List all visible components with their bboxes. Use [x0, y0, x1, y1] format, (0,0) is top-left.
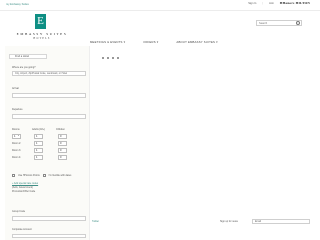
nav-meetings-events[interactable]: MEETINGS & EVENTS▾: [90, 40, 125, 44]
hhonors-points-label: Use HHonors Points: [18, 174, 40, 177]
chevron-down-icon: ▾: [17, 135, 19, 137]
account-links: Sign In | Join HHonors HILTON: [248, 1, 310, 5]
main-nav: MEETINGS & EVENTS▾ OFFERS▾ ABOUT EMBASSY…: [90, 38, 312, 45]
children-header: Children: [56, 128, 65, 131]
special-rates-link-text[interactable]: + Add special rate codes: [12, 182, 38, 185]
adults-select[interactable]: 1: [34, 141, 43, 146]
nav-offers[interactable]: OFFERS▾: [143, 40, 158, 44]
carousel-dot[interactable]: [112, 57, 114, 59]
children-select[interactable]: 0: [58, 148, 67, 153]
adults-select[interactable]: 1: [34, 148, 43, 153]
chevron-down-icon: ▾: [156, 39, 159, 44]
carousel-dot[interactable]: [117, 57, 119, 59]
rooms-header: Rooms: [12, 128, 20, 131]
logo-name: EMBASSY SUITES: [16, 32, 68, 36]
join-link[interactable]: Join: [269, 2, 274, 5]
destination-input[interactable]: City, Airport, Zip/Postal Code, Landmark…: [12, 71, 86, 76]
corporate-account-input[interactable]: [12, 234, 86, 238]
nav-label: OFFERS: [143, 39, 156, 44]
nav-about[interactable]: ABOUT EMBASSY SUITES▾: [176, 40, 217, 44]
chevron-down-icon: ▾: [123, 39, 126, 44]
promotion-label: Promotion/Offer Code: [12, 190, 36, 193]
room-label: Room 2:: [12, 142, 22, 145]
children-select[interactable]: 0: [58, 134, 67, 139]
departure-date-input[interactable]: [12, 114, 86, 119]
children-select[interactable]: 0: [58, 155, 67, 160]
newsletter-label: Sign up for news: [220, 220, 238, 223]
search-input[interactable]: [257, 21, 301, 26]
flexible-dates-label: I'm flexible with dates: [48, 174, 72, 177]
adults-header: Adults (18+): [32, 128, 45, 131]
sign-in-link[interactable]: Sign In: [248, 2, 256, 5]
carousel-dot[interactable]: [102, 57, 104, 59]
site-search: [256, 20, 302, 26]
adults-select[interactable]: 1: [34, 155, 43, 160]
rooms-select[interactable]: 1 ▾: [12, 134, 21, 139]
special-rates-sub: (AAA, Government): [12, 186, 33, 189]
group-code-input[interactable]: [12, 216, 86, 221]
flexible-dates-checkbox[interactable]: [42, 174, 46, 177]
separator: |: [262, 2, 264, 5]
children-select[interactable]: 0: [58, 141, 67, 146]
room-label: Room 3:: [12, 149, 22, 152]
hhonors-points-checkbox[interactable]: [12, 174, 15, 177]
logo-mark: E: [35, 14, 46, 29]
group-code-label: Group Code: [12, 210, 26, 213]
chevron-down-icon: ▾: [216, 39, 218, 44]
logo-subtitle: HOTELS: [33, 37, 51, 40]
special-rates-link[interactable]: + Add special rate codes: [12, 182, 38, 185]
options-row: Use HHonors Points I'm flexible with dat…: [12, 174, 71, 177]
adults-select[interactable]: 1: [34, 134, 43, 139]
find-hotel-tab[interactable]: Find a Hotel: [9, 54, 47, 59]
my-embassy-suites-link[interactable]: my Embassy Suites: [6, 3, 29, 6]
where-label: Where are you going?: [12, 66, 36, 69]
arrival-label: Arrival: [12, 87, 19, 90]
newsletter-email-input[interactable]: Email: [252, 219, 310, 224]
corporate-account-label: Corporate Account: [12, 228, 32, 231]
top-bar: my Embassy Suites Sign In | Join HHonors…: [0, 0, 320, 11]
booking-sidebar: Find a Hotel Where are you going? City, …: [5, 46, 90, 240]
nav-label: ABOUT EMBASSY SUITES: [176, 39, 216, 44]
departure-label: Departure: [12, 108, 23, 111]
hilton-hhonors-logo[interactable]: HHonors HILTON: [280, 1, 310, 5]
carousel-dots: [102, 57, 119, 59]
arrival-date-input[interactable]: [12, 93, 86, 98]
carousel-dot[interactable]: [107, 57, 109, 59]
twitter-link[interactable]: Twitter: [92, 220, 99, 223]
embassy-suites-logo[interactable]: E EMBASSY SUITES HOTELS: [10, 14, 74, 48]
search-icon[interactable]: [296, 21, 300, 25]
nav-label: MEETINGS & EVENTS: [90, 39, 123, 44]
room-label: Room 4:: [12, 156, 22, 159]
